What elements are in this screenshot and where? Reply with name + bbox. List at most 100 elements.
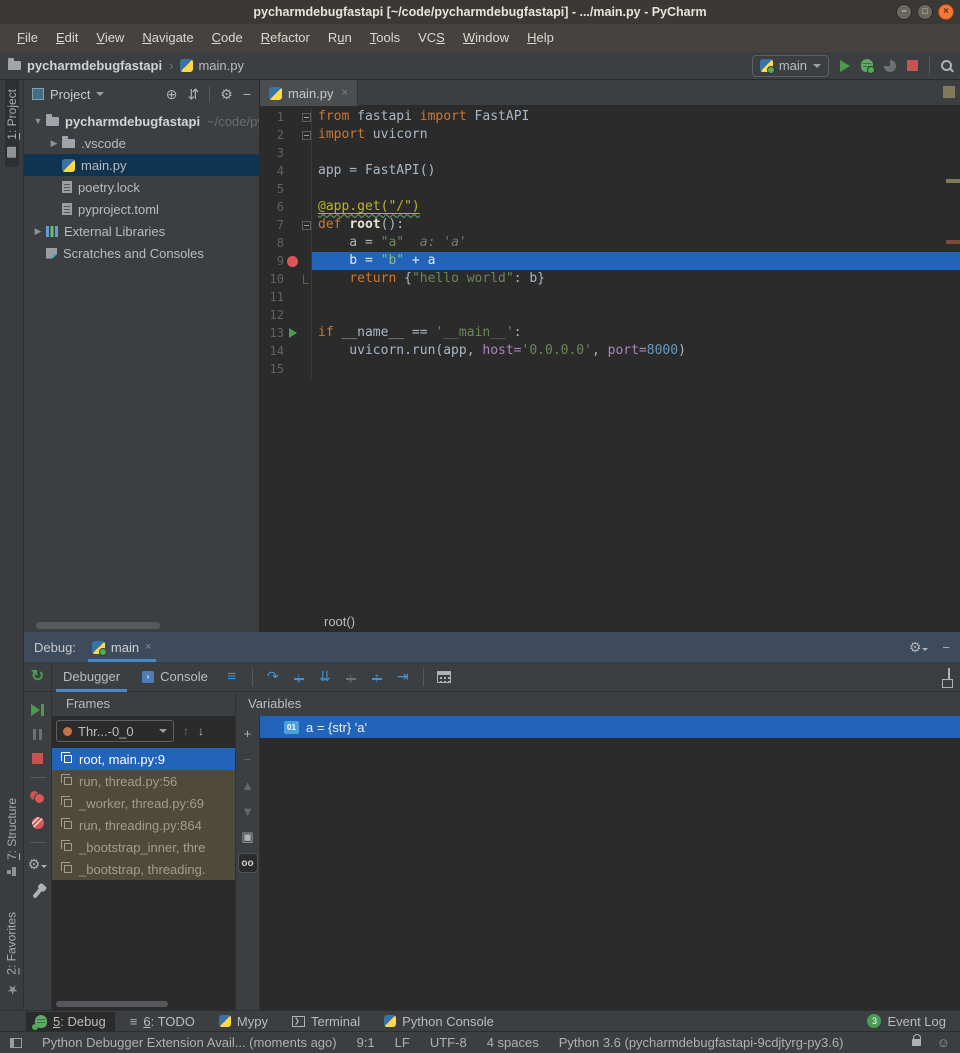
menu-help[interactable]: Help	[518, 24, 563, 52]
tree-item-vscode[interactable]: ▶.vscode	[24, 132, 259, 154]
restore-layout-icon[interactable]	[948, 669, 950, 684]
code-line-7[interactable]: 7def root():	[260, 216, 960, 234]
menu-refactor[interactable]: Refactor	[252, 24, 319, 52]
fold-icon[interactable]	[302, 221, 311, 230]
frame-row[interactable]: root, main.py:9	[52, 748, 235, 770]
breadcrumb-project[interactable]: pycharmdebugfastapi	[27, 58, 162, 73]
fold-icon[interactable]	[302, 131, 311, 140]
add-watch-icon[interactable]: +	[239, 724, 257, 742]
gear-icon[interactable]: ⚙	[220, 86, 233, 103]
search-icon[interactable]	[941, 60, 952, 71]
status-segment-0[interactable]: 9:1	[357, 1035, 375, 1050]
debug-session-tab[interactable]: main ×	[86, 632, 158, 662]
breadcrumb-function[interactable]: root()	[324, 614, 355, 629]
run-line-icon[interactable]	[289, 328, 297, 338]
step-out-icon[interactable]: ↑	[364, 669, 390, 685]
status-segment-2[interactable]: UTF-8	[430, 1035, 467, 1050]
frame-row[interactable]: run, threading.py:864	[52, 814, 235, 836]
analysis-status-indicator[interactable]	[943, 86, 955, 98]
maximize-button[interactable]: □	[917, 4, 933, 20]
threads-view-icon[interactable]: ≡	[219, 668, 245, 685]
code-line-5[interactable]: 5	[260, 180, 960, 198]
locate-file-icon[interactable]: ⊕	[166, 86, 178, 103]
move-watch-down-icon[interactable]: ▼	[239, 802, 257, 820]
fold-icon[interactable]	[302, 113, 311, 122]
debug-tab-console[interactable]: ›Console	[131, 662, 219, 692]
close-button[interactable]: ×	[938, 4, 954, 20]
frame-row[interactable]: _bootstrap_inner, thre	[52, 836, 235, 858]
force-step-into-icon[interactable]: ⇊	[312, 668, 338, 685]
run-button[interactable]	[840, 60, 850, 72]
tree-item-external-libraries[interactable]: ▶External Libraries	[24, 220, 259, 242]
breakpoint-icon[interactable]	[287, 256, 298, 267]
show-watches-icon[interactable]: oo	[239, 854, 257, 872]
menu-run[interactable]: Run	[319, 24, 361, 52]
code-line-3[interactable]: 3	[260, 144, 960, 162]
stripe-tab-2-favorites[interactable]: ★2: Favorites	[4, 903, 19, 1006]
toolwindow-tab-terminal[interactable]: ❯Terminal	[283, 1012, 369, 1031]
menu-navigate[interactable]: Navigate	[133, 24, 202, 52]
menu-tools[interactable]: Tools	[361, 24, 409, 52]
pin-tab-icon[interactable]	[32, 886, 43, 899]
horizontal-scrollbar[interactable]	[36, 622, 160, 629]
fold-end-icon[interactable]	[303, 275, 309, 284]
tree-item-pycharmdebugfastapi[interactable]: ▼pycharmdebugfastapi~/code/pycharmdebugf…	[24, 110, 259, 132]
close-icon[interactable]: ×	[145, 641, 151, 653]
code-line-2[interactable]: 2import uvicorn	[260, 126, 960, 144]
menu-code[interactable]: Code	[203, 24, 252, 52]
collapse-all-icon[interactable]: ⇵	[188, 86, 200, 103]
rerun-button[interactable]: ↻	[24, 662, 52, 692]
step-into-my-code-icon[interactable]: ↓	[338, 669, 364, 685]
stripe-tab-7-structure[interactable]: 7: Structure	[5, 789, 19, 885]
previous-frame-icon[interactable]: ↑	[183, 724, 189, 738]
toolwindow-tab-python-console[interactable]: Python Console	[375, 1012, 503, 1031]
stop-program-icon[interactable]	[32, 753, 43, 764]
step-over-icon[interactable]: ↷	[260, 668, 286, 685]
project-panel-title[interactable]: Project	[50, 87, 90, 102]
code-line-10[interactable]: 10 return {"hello world": b}	[260, 270, 960, 288]
run-configuration-select[interactable]: main	[752, 55, 829, 77]
status-message[interactable]: Python Debugger Extension Avail... (mome…	[42, 1035, 337, 1050]
event-log-button[interactable]: 3 Event Log	[867, 1014, 946, 1029]
status-segment-3[interactable]: 4 spaces	[487, 1035, 539, 1050]
view-breakpoints-icon[interactable]	[30, 791, 45, 804]
tree-item-scratches-and-consoles[interactable]: Scratches and Consoles	[24, 242, 259, 264]
inspections-level-icon[interactable]: ☺	[937, 1035, 950, 1050]
menu-window[interactable]: Window	[454, 24, 518, 52]
thread-selector[interactable]: Thr...-0_0	[56, 720, 174, 742]
toolwindow-tab-mypy[interactable]: Mypy	[210, 1012, 277, 1031]
code-area[interactable]: 1from fastapi import FastAPI2import uvic…	[260, 106, 960, 610]
tree-item-main-py[interactable]: main.py	[24, 154, 259, 176]
horizontal-scrollbar[interactable]	[56, 1001, 168, 1007]
close-icon[interactable]: ×	[342, 87, 348, 99]
hide-panel-icon[interactable]: −	[243, 86, 251, 102]
frame-row[interactable]: _worker, thread.py:69	[52, 792, 235, 814]
code-line-15[interactable]: 15	[260, 360, 960, 378]
code-line-12[interactable]: 12	[260, 306, 960, 324]
warning-stripe-mark[interactable]	[946, 179, 960, 183]
chevron-down-icon[interactable]	[96, 92, 104, 96]
step-into-icon[interactable]: ↓	[286, 669, 312, 685]
tree-item-poetry-lock[interactable]: poetry.lock	[24, 176, 259, 198]
toolwindow-tab-5-debug[interactable]: 5: Debug	[26, 1012, 115, 1031]
next-frame-icon[interactable]: ↓	[198, 724, 204, 738]
debug-settings-icon[interactable]: ⚙	[909, 639, 929, 656]
duplicate-watch-icon[interactable]: ▣	[239, 828, 257, 846]
tree-item-pyproject-toml[interactable]: pyproject.toml	[24, 198, 259, 220]
frame-row[interactable]: run, thread.py:56	[52, 770, 235, 792]
mute-breakpoints-icon[interactable]	[32, 817, 44, 829]
run-to-cursor-icon[interactable]: ⇥	[390, 668, 416, 685]
debug-button[interactable]	[861, 59, 873, 72]
frame-row[interactable]: _bootstrap, threading.	[52, 858, 235, 880]
lock-icon[interactable]	[912, 1039, 921, 1046]
minimize-button[interactable]: −	[896, 4, 912, 20]
status-segment-1[interactable]: LF	[395, 1035, 410, 1050]
editor-tab-main-py[interactable]: main.py ×	[260, 80, 358, 106]
remove-watch-icon[interactable]: −	[239, 750, 257, 768]
breadcrumb-file[interactable]: main.py	[198, 58, 244, 73]
menu-file[interactable]: File	[8, 24, 47, 52]
menu-view[interactable]: View	[87, 24, 133, 52]
breakpoint-stripe-mark[interactable]	[946, 240, 960, 244]
code-line-6[interactable]: 6@app.get("/")	[260, 198, 960, 216]
stop-button[interactable]	[907, 60, 918, 71]
